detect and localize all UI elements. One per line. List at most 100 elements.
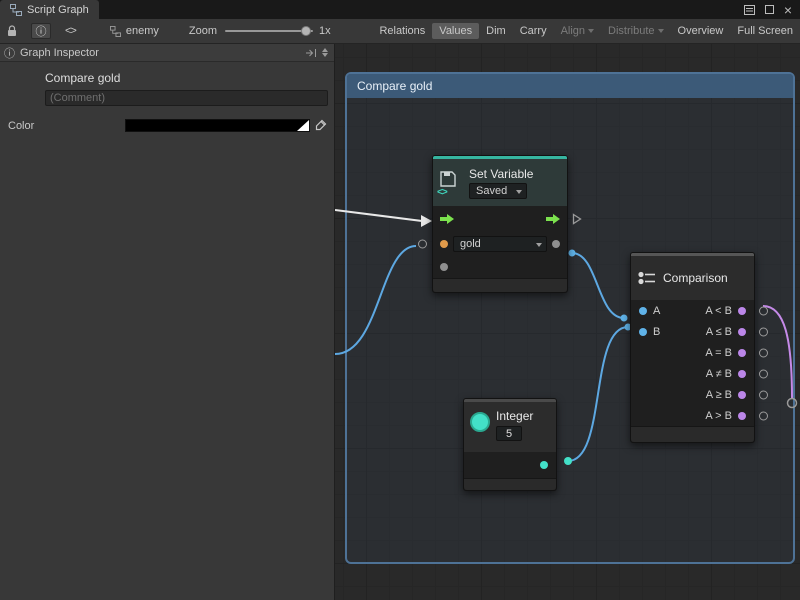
graph-canvas[interactable]: Compare gold <> xyxy=(335,44,800,600)
graph-inspector-header: ⓘ Graph Inspector xyxy=(0,44,334,62)
zoom-slider-track xyxy=(225,30,313,32)
maximize-icon[interactable] xyxy=(765,5,774,14)
a-gte-b-port[interactable] xyxy=(738,391,746,399)
node-comparison[interactable]: Comparison A A < B B A ≤ B A = B A ≠ B xyxy=(630,252,755,443)
graph-inspector-panel: ⓘ Graph Inspector Compare gold Color xyxy=(0,44,335,600)
distribute-dropdown[interactable]: Distribute xyxy=(601,23,670,39)
graph-comment-input[interactable] xyxy=(45,90,328,106)
set-variable-icon: <> xyxy=(439,170,463,196)
comparison-row: B A ≤ B xyxy=(631,321,754,342)
variable-name-dropdown[interactable]: gold xyxy=(453,236,547,252)
graph-inspector-title: Graph Inspector xyxy=(20,47,99,59)
integer-output-row xyxy=(464,452,556,478)
toolbar-buttons: Relations Values Dim Carry Align Distrib… xyxy=(372,23,800,39)
input-a-label: A xyxy=(653,305,660,317)
node-footer xyxy=(433,278,567,292)
output-connector[interactable] xyxy=(759,369,768,378)
integer-icon xyxy=(470,412,490,432)
zoom-label: Zoom xyxy=(189,25,217,37)
input-b-port[interactable] xyxy=(639,328,647,336)
zoom-slider-handle[interactable] xyxy=(301,26,311,36)
window-controls: × xyxy=(744,0,800,19)
integer-header[interactable]: Integer 5 xyxy=(464,402,556,452)
output-connector[interactable] xyxy=(759,306,768,315)
flow-out-connector[interactable] xyxy=(572,213,582,225)
color-swatch[interactable] xyxy=(125,119,310,132)
flow-in-port[interactable] xyxy=(440,214,454,224)
set-variable-flow-row xyxy=(433,206,567,232)
value-in-port[interactable] xyxy=(552,240,560,248)
node-title: Comparison xyxy=(663,271,728,285)
input-b-label: B xyxy=(653,326,660,338)
comparison-row: A > B xyxy=(631,405,754,426)
inspector-toggle-button[interactable]: ⓘ xyxy=(31,23,51,39)
output-label: A ≥ B xyxy=(706,389,732,401)
input-a-port[interactable] xyxy=(639,307,647,315)
color-field-row: Color xyxy=(0,119,334,133)
integer-value-field[interactable]: 5 xyxy=(496,426,522,441)
dock-arrow-icon[interactable] xyxy=(305,48,317,58)
comparison-row: A ≠ B xyxy=(631,363,754,384)
script-graph-icon xyxy=(10,4,22,16)
breadcrumb-graph-name: enemy xyxy=(126,25,159,37)
group-header[interactable]: Compare gold xyxy=(347,74,793,98)
node-footer xyxy=(631,426,754,442)
close-icon[interactable]: × xyxy=(784,3,792,17)
chevron-down-icon xyxy=(658,29,664,33)
variable-name-port[interactable] xyxy=(440,240,448,248)
node-set-variable[interactable]: <> Set Variable Saved gold xyxy=(432,155,568,293)
node-integer[interactable]: Integer 5 xyxy=(463,398,557,491)
a-eq-b-port[interactable] xyxy=(738,349,746,357)
lock-icon[interactable] xyxy=(7,25,17,37)
relations-button[interactable]: Relations xyxy=(372,23,432,39)
scroll-arrows-icon[interactable] xyxy=(322,48,328,57)
comparison-row: A ≥ B xyxy=(631,384,754,405)
color-alpha-wedge xyxy=(297,120,309,131)
eyedropper-icon[interactable] xyxy=(314,119,327,132)
full-screen-button[interactable]: Full Screen xyxy=(730,23,800,39)
node-title: Integer xyxy=(496,409,533,423)
align-dropdown[interactable]: Align xyxy=(554,23,601,39)
flow-out-port[interactable] xyxy=(546,214,560,224)
output-connector[interactable] xyxy=(759,348,768,357)
output-label: A ≠ B xyxy=(706,368,732,380)
output-connector[interactable] xyxy=(759,390,768,399)
unity-visual-scripting-window: Script Graph × ⓘ <> enemy Zoom 1x Relati… xyxy=(0,0,800,600)
comparison-row: A = B xyxy=(631,342,754,363)
chevron-down-icon xyxy=(588,29,594,33)
output-label: A < B xyxy=(705,305,732,317)
value-in-connector[interactable] xyxy=(418,240,427,249)
set-variable-header[interactable]: <> Set Variable Saved xyxy=(433,159,567,206)
a-neq-b-port[interactable] xyxy=(738,370,746,378)
carry-button[interactable]: Carry xyxy=(513,23,554,39)
overview-button[interactable]: Overview xyxy=(671,23,731,39)
node-footer xyxy=(464,478,556,490)
variable-kind-dropdown[interactable]: Saved xyxy=(469,183,527,199)
graph-title: Compare gold xyxy=(45,71,334,85)
a-less-b-port[interactable] xyxy=(738,307,746,315)
zoom-value: 1x xyxy=(319,25,331,37)
window-menu-icon[interactable] xyxy=(744,5,755,15)
color-label: Color xyxy=(8,120,34,132)
set-variable-extra-row xyxy=(433,256,567,278)
titlebar: Script Graph × xyxy=(0,0,800,19)
graph-breadcrumb[interactable]: enemy xyxy=(110,25,159,37)
dim-button[interactable]: Dim xyxy=(479,23,513,39)
code-view-icon[interactable]: <> xyxy=(65,25,76,37)
zoom-slider[interactable] xyxy=(225,25,313,37)
integer-output-port[interactable] xyxy=(540,461,548,469)
tab-title: Script Graph xyxy=(27,4,89,16)
graph-toolbar: ⓘ <> enemy Zoom 1x Relations Values Dim … xyxy=(0,19,800,44)
info-icon: ⓘ xyxy=(4,45,15,61)
a-gt-b-port[interactable] xyxy=(738,412,746,420)
output-label: A ≤ B xyxy=(706,326,732,338)
tab-script-graph[interactable]: Script Graph xyxy=(0,0,99,19)
set-variable-value-row: gold xyxy=(433,232,567,256)
a-lte-b-port[interactable] xyxy=(738,328,746,336)
output-value-port[interactable] xyxy=(440,263,448,271)
output-connector[interactable] xyxy=(759,327,768,336)
values-button[interactable]: Values xyxy=(432,23,479,39)
output-connector[interactable] xyxy=(759,411,768,420)
comparison-header[interactable]: Comparison xyxy=(631,256,754,300)
group-title: Compare gold xyxy=(357,79,432,93)
